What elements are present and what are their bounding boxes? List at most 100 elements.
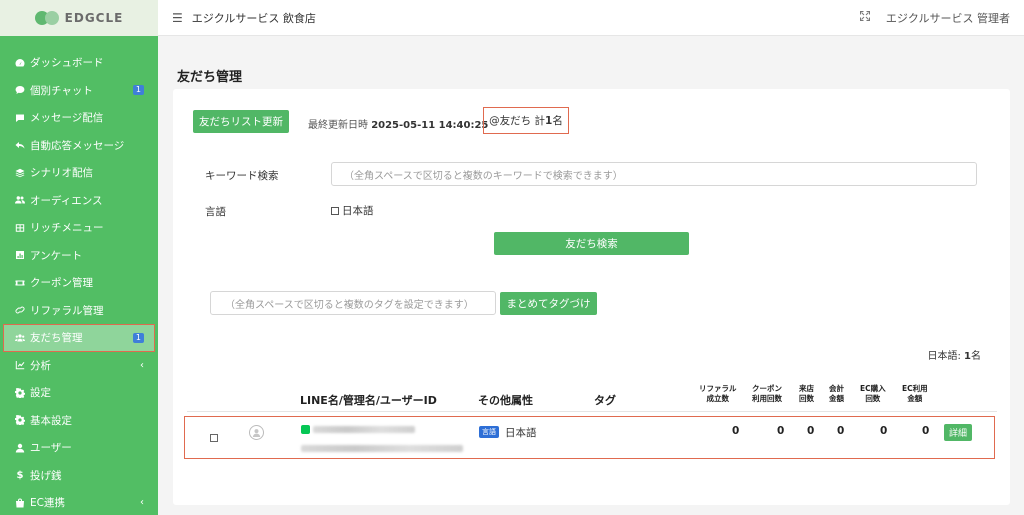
column-header-name: LINE名/管理名/ユーザーID xyxy=(300,394,437,407)
sidebar-item-scenario[interactable]: シナリオ配信 xyxy=(0,159,158,187)
detail-button[interactable]: 詳細 xyxy=(944,424,972,441)
redacted-user-id xyxy=(301,445,463,452)
sidebar-item-survey[interactable]: アンケート xyxy=(0,242,158,270)
last-updated-label: 最終更新日時 xyxy=(308,120,368,131)
sidebar-item-message[interactable]: メッセージ配信 xyxy=(0,104,158,132)
brand-logo[interactable]: EDGCLE xyxy=(0,0,158,36)
sidebar-item-label: シナリオ配信 xyxy=(30,167,93,180)
gear-icon xyxy=(14,414,26,426)
friends-icon xyxy=(14,332,26,344)
sidebar-item-label: 設定 xyxy=(30,387,51,400)
friend-count-prefix: @友だち 計 xyxy=(489,115,546,127)
sidebar-item-label: メッセージ配信 xyxy=(30,112,104,125)
column-header-line: EC購入 xyxy=(860,384,886,393)
language-stat-prefix: 日本語: xyxy=(927,351,965,362)
visit-count: 0 xyxy=(807,425,815,437)
sidebar-item-settings[interactable]: 設定 xyxy=(0,379,158,407)
grid-icon xyxy=(14,222,26,234)
friends-card: 友だちリスト更新 最終更新日時 2025-05-11 14:40:25 @友だち… xyxy=(173,89,1010,505)
sidebar-item-friends[interactable]: 友だち管理 1 xyxy=(3,324,155,352)
keyword-label: キーワード検索 xyxy=(205,170,279,182)
friends-badge: 1 xyxy=(132,332,144,343)
language-stat: 日本語: 1名 xyxy=(927,347,981,362)
chart-icon xyxy=(14,359,26,371)
ticket-icon xyxy=(14,277,26,289)
search-friends-button[interactable]: 友だち検索 xyxy=(494,232,689,255)
fullscreen-icon[interactable] xyxy=(859,11,870,24)
sidebar-item-label: オーディエンス xyxy=(30,194,103,207)
last-updated-value: 2025-05-11 14:40:25 xyxy=(371,120,489,131)
column-header-line: EC利用 xyxy=(902,384,928,393)
sidebar-item-label: 分析 xyxy=(30,359,51,372)
friend-count-suffix: 名 xyxy=(552,115,563,127)
friend-count: @友だち 計 1名 xyxy=(483,107,569,134)
column-header-referral: リファラル 成立数 xyxy=(699,384,737,404)
column-header-line: 来店 xyxy=(799,384,814,393)
last-updated: 最終更新日時 2025-05-11 14:40:25 xyxy=(308,116,488,131)
chevron-left-icon: ‹ xyxy=(140,359,144,371)
bulk-tag-button[interactable]: まとめてタグづけ xyxy=(500,292,597,315)
sidebar-item-analytics[interactable]: 分析 ‹ xyxy=(0,352,158,380)
language-stat-suffix: 名 xyxy=(971,351,981,362)
sidebar-item-chat[interactable]: 個別チャット 1 xyxy=(0,77,158,105)
keyword-search-input[interactable]: （全角スペースで区切ると複数のキーワードで検索できます） xyxy=(331,162,977,186)
bulk-tag-input[interactable]: （全角スペースで区切ると複数のタグを設定できます） xyxy=(210,291,496,315)
page-title: 友だち管理 xyxy=(177,70,243,85)
column-header-line: 会計 xyxy=(829,384,844,393)
sidebar-item-label: 友だち管理 xyxy=(30,332,83,345)
sidebar-item-dashboard[interactable]: ダッシュボード xyxy=(0,49,158,77)
column-header-line: 回数 xyxy=(799,394,814,403)
line-app-icon xyxy=(301,425,310,434)
sidebar-item-coupon[interactable]: クーポン管理 xyxy=(0,269,158,297)
friend-count-value: 1 xyxy=(545,114,553,127)
sidebar-item-label: リファラル管理 xyxy=(30,304,104,317)
language-stat-value: 1 xyxy=(964,351,971,362)
user-icon xyxy=(14,442,26,454)
sidebar: EDGCLE ダッシュボード 個別チャット 1 メッセージ配信 自動応答メッセー… xyxy=(0,0,158,515)
column-header-line: 金額 xyxy=(907,394,923,403)
sidebar-nav: ダッシュボード 個別チャット 1 メッセージ配信 自動応答メッセージ シナリオ配… xyxy=(0,49,158,515)
sidebar-item-label: 投げ銭 xyxy=(30,469,62,482)
unread-badge: 1 xyxy=(132,85,144,96)
refresh-friends-button[interactable]: 友だちリスト更新 xyxy=(193,110,289,133)
sidebar-item-ec[interactable]: EC連携 ‹ xyxy=(0,489,158,515)
redacted-line-name xyxy=(313,426,415,433)
language-filter-japanese[interactable]: 日本語 xyxy=(331,203,374,218)
sidebar-item-tipping[interactable]: $ 投げ銭 xyxy=(0,462,158,490)
layers-icon xyxy=(14,167,26,179)
brand-name: EDGCLE xyxy=(64,11,124,25)
sidebar-item-user[interactable]: ユーザー xyxy=(0,434,158,462)
ec-purchase-count: 0 xyxy=(880,425,888,437)
column-header-line: 成立数 xyxy=(706,394,730,403)
row-select-checkbox[interactable] xyxy=(210,434,218,442)
language-option-label: 日本語 xyxy=(342,205,374,217)
column-header-line: クーポン xyxy=(752,384,782,393)
users-icon xyxy=(14,194,26,206)
sidebar-item-label: アンケート xyxy=(30,249,83,262)
hamburger-menu-icon[interactable]: ☰ xyxy=(172,11,183,25)
sidebar-item-rich-menu[interactable]: リッチメニュー xyxy=(0,214,158,242)
gear-icon xyxy=(14,387,26,399)
dollar-icon: $ xyxy=(16,469,24,481)
column-header-line: 金額 xyxy=(829,394,844,403)
dashboard-icon xyxy=(14,57,26,69)
user-menu[interactable]: エジクルサービス 管理者 xyxy=(886,10,1010,26)
ec-amount: 0 xyxy=(922,425,930,437)
survey-icon xyxy=(14,249,26,261)
language-checkbox[interactable] xyxy=(331,206,339,215)
sidebar-item-referral[interactable]: リファラル管理 xyxy=(0,297,158,325)
sidebar-item-basic-settings[interactable]: 基本設定 xyxy=(0,407,158,435)
language-attribute-value: 日本語 xyxy=(505,427,537,439)
sidebar-item-audience[interactable]: オーディエンス xyxy=(0,187,158,215)
column-header-visits: 来店 回数 xyxy=(799,384,814,404)
language-attribute-badge: 言語 xyxy=(479,426,499,438)
column-header-line: 利用回数 xyxy=(752,394,782,403)
sidebar-item-label: リッチメニュー xyxy=(30,222,104,235)
bag-icon xyxy=(14,497,26,509)
sidebar-item-auto-reply[interactable]: 自動応答メッセージ xyxy=(0,132,158,160)
top-header: ☰ エジクルサービス 飲食店 エジクルサービス 管理者 xyxy=(158,0,1024,36)
table-header-divider xyxy=(187,411,997,412)
chevron-left-icon: ‹ xyxy=(140,497,144,509)
table-row xyxy=(184,416,995,459)
language-label: 言語 xyxy=(205,206,226,218)
